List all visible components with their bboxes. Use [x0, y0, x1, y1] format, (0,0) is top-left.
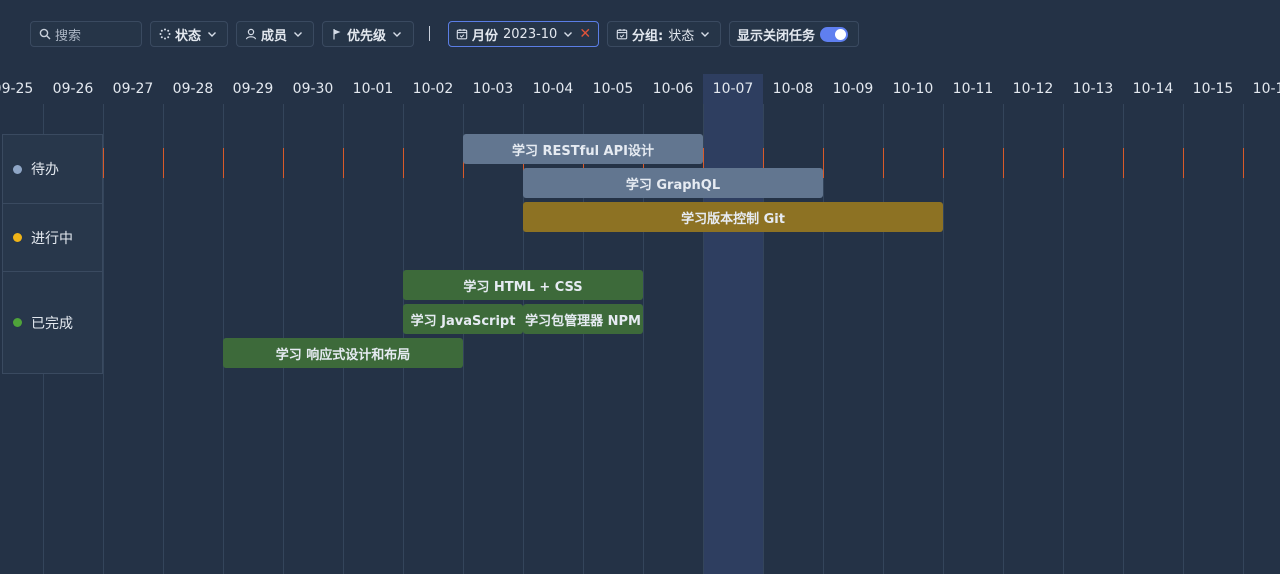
date-tick	[163, 148, 164, 178]
date-tick	[403, 148, 404, 178]
task-bar[interactable]: 学习 响应式设计和布局	[223, 338, 463, 368]
date-tick	[1123, 148, 1124, 178]
date-header-cell: 10-14	[1132, 81, 1174, 97]
group-by-button[interactable]: 分组: 状态	[607, 21, 721, 47]
task-bar[interactable]: 学习 GraphQL	[523, 168, 823, 198]
flag-icon	[330, 28, 343, 41]
task-label: 学习 RESTful API设计	[512, 143, 654, 159]
calendar-icon	[456, 28, 468, 41]
calendar-icon	[615, 28, 628, 41]
show-closed-tasks-control: 显示关闭任务	[729, 21, 859, 47]
date-header-cell: 09-28	[172, 81, 214, 97]
show-closed-tasks-label: 显示关闭任务	[737, 28, 816, 44]
group-by-label: 分组:	[632, 28, 664, 44]
date-header: 09-25 09-26 09-27 09-28 09-29 09-30 10-01 10-02…	[0, 74, 1280, 178]
priority-filter-label: 优先级	[347, 28, 387, 44]
date-header-cell: 10-13	[1072, 81, 1114, 97]
group-row-done[interactable]: 已完成	[3, 271, 102, 373]
date-header-cell: 09-27	[112, 81, 154, 97]
date-tick	[943, 148, 944, 178]
toolbar-divider	[429, 26, 430, 41]
date-tick	[223, 148, 224, 178]
month-filter-button[interactable]: 月份 2023-10 ✕	[448, 21, 599, 47]
group-label: 已完成	[31, 315, 73, 332]
user-icon	[244, 28, 257, 41]
task-bar[interactable]: 学习 JavaScript	[403, 304, 523, 334]
status-dot	[13, 164, 22, 174]
date-tick	[103, 148, 104, 178]
task-bar[interactable]: 学习 RESTful API设计	[463, 134, 703, 164]
member-filter-label: 成员	[261, 28, 288, 44]
task-label: 学习 GraphQL	[625, 177, 721, 193]
priority-filter-button[interactable]: 优先级	[322, 21, 414, 47]
group-row-in-progress[interactable]: 进行中	[3, 203, 102, 271]
date-header-cell: 10-16	[1252, 81, 1280, 97]
status-filter-button[interactable]: 状态	[150, 21, 228, 47]
date-tick	[883, 148, 884, 178]
today-column-highlight	[703, 74, 763, 574]
date-header-cell: 10-04	[532, 81, 574, 97]
date-header-cell: 09-29	[232, 81, 274, 97]
loader-icon	[158, 28, 171, 41]
date-header-cell: 10-02	[412, 81, 454, 97]
date-header-cell: 10-01	[352, 81, 394, 97]
task-label: 学习版本控制 Git	[681, 211, 785, 227]
date-header-cell: 10-08	[772, 81, 814, 97]
member-filter-button[interactable]: 成员	[236, 21, 314, 47]
date-header-cell: 10-07	[712, 81, 754, 97]
date-header-cell: 09-30	[292, 81, 334, 97]
task-label: 学习 JavaScript	[410, 313, 516, 329]
show-closed-toggle[interactable]	[820, 26, 849, 42]
date-tick	[283, 148, 284, 178]
group-row-todo[interactable]: 待办	[3, 135, 102, 203]
group-by-value: 状态	[668, 28, 695, 44]
search-placeholder: 搜索	[55, 28, 82, 44]
group-label: 待办	[31, 162, 59, 178]
clear-month-icon[interactable]: ✕	[579, 27, 591, 41]
date-tick	[1243, 148, 1244, 178]
chevron-down-icon	[207, 29, 217, 39]
date-header-cell: 10-15	[1192, 81, 1234, 97]
date-tick	[1063, 148, 1064, 178]
search-icon	[38, 28, 51, 41]
chevron-down-icon	[563, 29, 573, 39]
chevron-down-icon	[392, 29, 402, 39]
chevron-down-icon	[293, 29, 303, 39]
date-tick	[1003, 148, 1004, 178]
task-bar[interactable]: 学习包管理器 NPM	[523, 304, 643, 334]
task-label: 学习包管理器 NPM	[525, 313, 641, 329]
month-filter-label: 月份	[472, 28, 499, 44]
date-header-cell: 10-11	[952, 81, 994, 97]
date-header-cell: 10-06	[652, 81, 694, 97]
date-tick	[1183, 148, 1184, 178]
status-dot	[13, 233, 22, 242]
date-header-cell: 10-03	[472, 81, 514, 97]
task-bar[interactable]: 学习版本控制 Git	[523, 202, 943, 232]
task-label: 学习 响应式设计和布局	[275, 347, 411, 363]
date-header-cell: 10-09	[832, 81, 874, 97]
group-label: 进行中	[31, 230, 73, 247]
date-header-cell: 10-10	[892, 81, 934, 97]
task-label: 学习 HTML + CSS	[463, 279, 583, 295]
date-header-cell: 09-26	[52, 81, 94, 97]
task-bar[interactable]: 学习 HTML + CSS	[403, 270, 643, 300]
toolbar: 搜索 状态 成员 优先级 月份 2023-10 ✕ 分组: 状态 显示关闭任务	[0, 0, 1280, 70]
chevron-down-icon	[700, 29, 710, 39]
date-header-cell: 09-25	[0, 81, 34, 97]
status-dot	[13, 318, 22, 327]
date-tick	[823, 148, 824, 178]
search-input[interactable]: 搜索	[30, 21, 142, 47]
date-tick	[343, 148, 344, 178]
date-header-cell: 10-05	[592, 81, 634, 97]
status-filter-label: 状态	[175, 28, 202, 44]
toggle-knob	[835, 28, 847, 40]
month-filter-value: 2023-10	[503, 26, 558, 42]
date-header-cell: 10-12	[1012, 81, 1054, 97]
group-list: 待办 进行中 已完成	[2, 134, 103, 374]
